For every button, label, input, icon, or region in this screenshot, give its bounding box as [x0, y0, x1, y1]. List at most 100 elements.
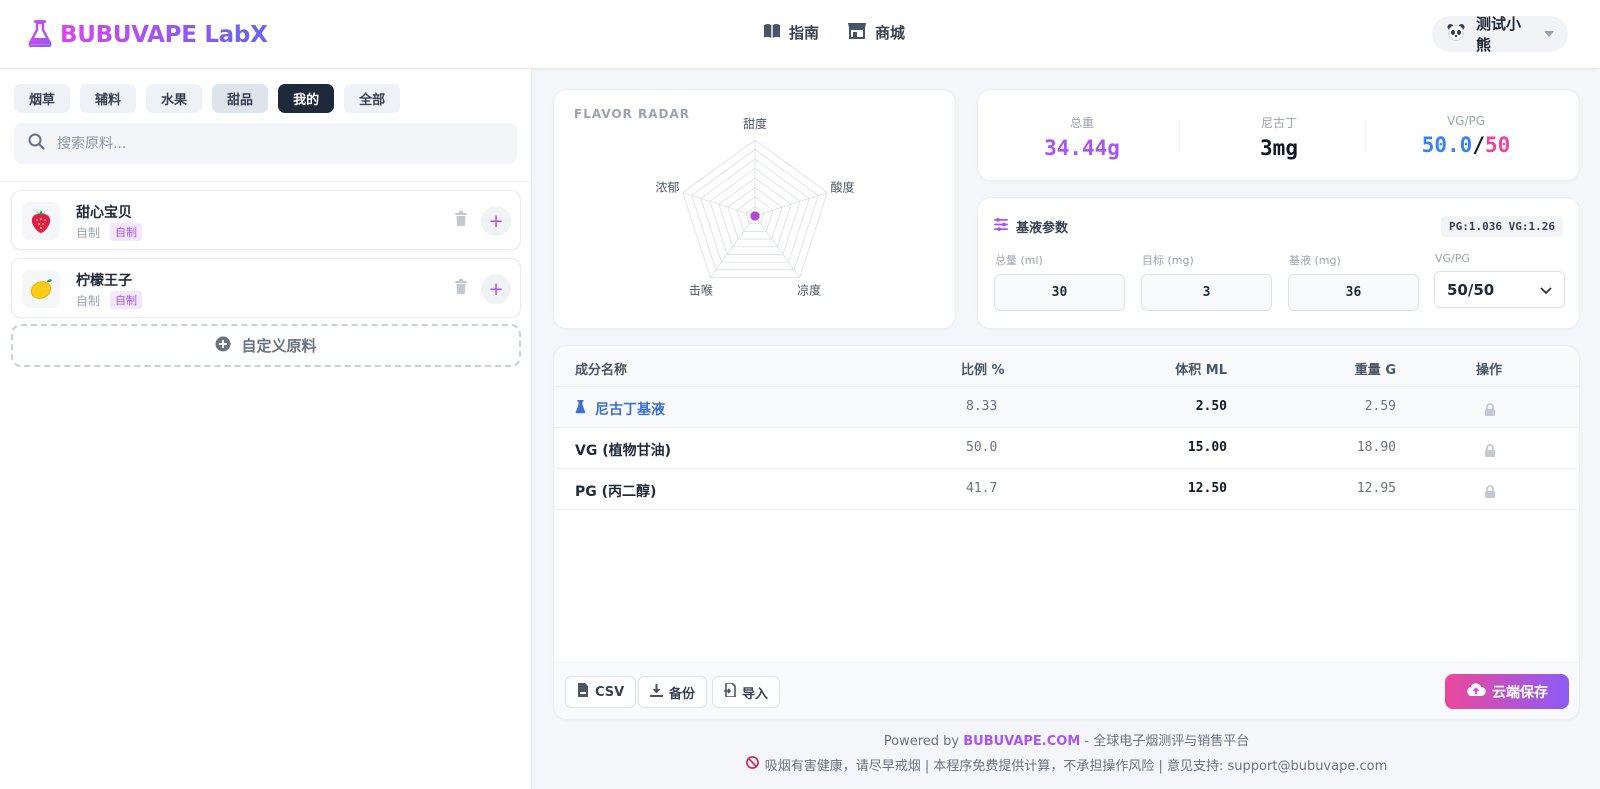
item-meta: 自制 自制: [76, 223, 143, 241]
item-source: 自制: [76, 225, 101, 240]
backup-label: 备份: [669, 686, 696, 702]
panda-icon: [1446, 22, 1466, 46]
col-name: 成分名称: [575, 363, 628, 378]
search-box: [14, 123, 517, 164]
table-row[interactable]: 尼古丁基液 8.33 2.50 2.59: [554, 387, 1579, 428]
nav-store-label: 商城: [875, 24, 906, 42]
nav-store[interactable]: 商城: [847, 22, 905, 43]
trash-icon[interactable]: [454, 211, 468, 231]
item-badge: 自制: [110, 223, 143, 241]
params-title-label: 基液参数: [1016, 221, 1069, 236]
row-weight: 12.95: [1356, 481, 1396, 496]
item-name: 甜心宝贝: [76, 205, 132, 221]
row-name: VG (植物甘油): [575, 443, 671, 459]
field-ratio-label: VG/PG: [1435, 252, 1470, 265]
add-item-button[interactable]: +: [481, 274, 511, 304]
item-meta: 自制 自制: [76, 291, 143, 309]
stat-total-weight-label: 总重: [1069, 116, 1094, 130]
stat-total-weight-value: 34.44g: [1044, 136, 1120, 160]
store-icon: [847, 22, 867, 43]
footer-notice: 吸烟有害健康，请尽早戒烟 | 本程序免费提供计算，不承担操作风险 | 意见支持:…: [553, 755, 1580, 774]
tab-mine[interactable]: 我的: [278, 84, 335, 113]
ingredients-table-card: 成分名称 比例 % 体积 ML 重量 G 操作 尼古丁基液 8.33 2.50 …: [553, 345, 1580, 720]
nav-guide[interactable]: 指南: [763, 22, 819, 43]
item-name: 柠檬王子: [76, 273, 132, 289]
col-action: 操作: [1476, 363, 1503, 378]
table-footer: CSV 备份 导入 云端保存: [554, 662, 1579, 719]
app-title: BUBUVAPE LabX: [60, 22, 268, 48]
table-header: 成分名称 比例 % 体积 ML 重量 G 操作: [554, 346, 1579, 387]
export-csv-button[interactable]: CSV: [565, 676, 637, 708]
tab-all[interactable]: 全部: [344, 84, 401, 113]
target-nicotine-input[interactable]: 3: [1141, 274, 1272, 311]
footer-brand-link[interactable]: BUBUVAPE.COM: [963, 734, 1080, 749]
stat-ratio-label: VG/PG: [1446, 114, 1486, 128]
sidebar: 烟草 辅料 水果 甜品 我的 全部 甜心宝贝 自制 自制 + 柠檬王子 自: [0, 69, 532, 789]
chevron-down-icon: [1540, 281, 1552, 299]
row-ratio: 8.33: [966, 399, 998, 414]
backup-button[interactable]: 备份: [638, 676, 708, 708]
stat-nicotine-value: 3mg: [1260, 136, 1298, 160]
total-volume-input[interactable]: 30: [994, 274, 1125, 311]
file-import-icon: [724, 682, 736, 701]
cloud-upload-icon: [1466, 682, 1486, 701]
field-vgpg-ratio: VG/PG 50/50: [1434, 252, 1565, 308]
no-smoking-icon: [745, 756, 759, 773]
nav-guide-label: 指南: [789, 24, 820, 42]
tab-additive[interactable]: 辅料: [80, 84, 137, 113]
sliders-icon: [994, 218, 1008, 235]
chevron-down-icon: [1544, 31, 1554, 37]
col-ratio: 比例 %: [961, 363, 1005, 378]
lock-icon: [1484, 442, 1496, 461]
category-tabs: 烟草 辅料 水果 甜品 我的 全部: [14, 84, 401, 113]
lock-icon: [1484, 483, 1496, 502]
import-button[interactable]: 导入: [712, 676, 781, 708]
field-total-volume-label: 总量 (ml): [995, 254, 1043, 267]
vgpg-ratio-select[interactable]: 50/50: [1434, 271, 1565, 308]
field-base-label: 基液 (mg): [1289, 254, 1341, 267]
app-header: BUBUVAPE LabX 指南 商城 测试小熊: [0, 0, 1600, 69]
stat-vg-value: 50.0: [1421, 133, 1473, 157]
search-input[interactable]: [57, 135, 477, 152]
field-target-label: 目标 (mg): [1142, 254, 1194, 267]
tab-fruit[interactable]: 水果: [146, 84, 203, 113]
list-item[interactable]: 甜心宝贝 自制 自制 +: [11, 190, 521, 250]
footer-tagline: - 全球电子烟测评与销售平台: [1080, 734, 1250, 749]
add-custom-label: 自定义原料: [241, 337, 317, 355]
download-icon: [650, 683, 663, 701]
table-row[interactable]: VG (植物甘油) 50.0 15.00 18.90: [554, 428, 1579, 469]
radar-axis-line: [682, 192, 756, 217]
density-badge: PG:1.036 VG:1.26: [1441, 216, 1563, 237]
row-volume: 15.00: [1187, 440, 1227, 455]
summary-stats-card: 总重 34.44g 尼古丁 3mg VG/PG 50.0/50: [977, 89, 1580, 181]
col-volume: 体积 ML: [1175, 363, 1227, 378]
list-item[interactable]: 柠檬王子 自制 自制 +: [11, 258, 521, 318]
base-nicotine-input[interactable]: 36: [1288, 274, 1419, 311]
row-ratio: 50.0: [966, 440, 998, 455]
user-name: 测试小熊: [1476, 15, 1522, 54]
vgpg-ratio-value: 50/50: [1447, 280, 1495, 299]
row-weight: 2.59: [1364, 399, 1396, 414]
plus-circle-icon: [215, 336, 231, 356]
top-nav: 指南 商城: [763, 22, 905, 43]
app-logo[interactable]: BUBUVAPE LabX: [28, 19, 268, 51]
import-label: 导入: [742, 686, 769, 702]
row-volume: 12.50: [1187, 481, 1227, 496]
add-custom-ingredient-button[interactable]: 自定义原料: [11, 324, 521, 367]
tab-tobacco[interactable]: 烟草: [14, 84, 71, 113]
user-menu-button[interactable]: 测试小熊: [1432, 15, 1568, 54]
tab-dessert[interactable]: 甜品: [212, 84, 269, 113]
radar-axis-label: 酸度: [830, 180, 854, 195]
table-row[interactable]: PG (丙二醇) 41.7 12.50 12.95: [554, 469, 1579, 510]
flavor-radar-chart: 甜度酸度凉度 击喉 浓郁: [655, 116, 854, 297]
trash-icon[interactable]: [454, 279, 468, 299]
cloud-save-button[interactable]: 云端保存: [1445, 674, 1569, 709]
stat-ratio-slash: /: [1472, 133, 1485, 157]
radar-axis-label: 浓郁: [655, 180, 679, 195]
row-volume: 2.50: [1195, 399, 1227, 414]
footer-powered-text: Powered by: [883, 734, 960, 749]
add-item-button[interactable]: +: [481, 206, 511, 236]
cloud-save-label: 云端保存: [1492, 684, 1548, 701]
field-base-nicotine: 基液 (mg) 36: [1288, 252, 1419, 311]
row-name: PG (丙二醇): [575, 484, 657, 500]
